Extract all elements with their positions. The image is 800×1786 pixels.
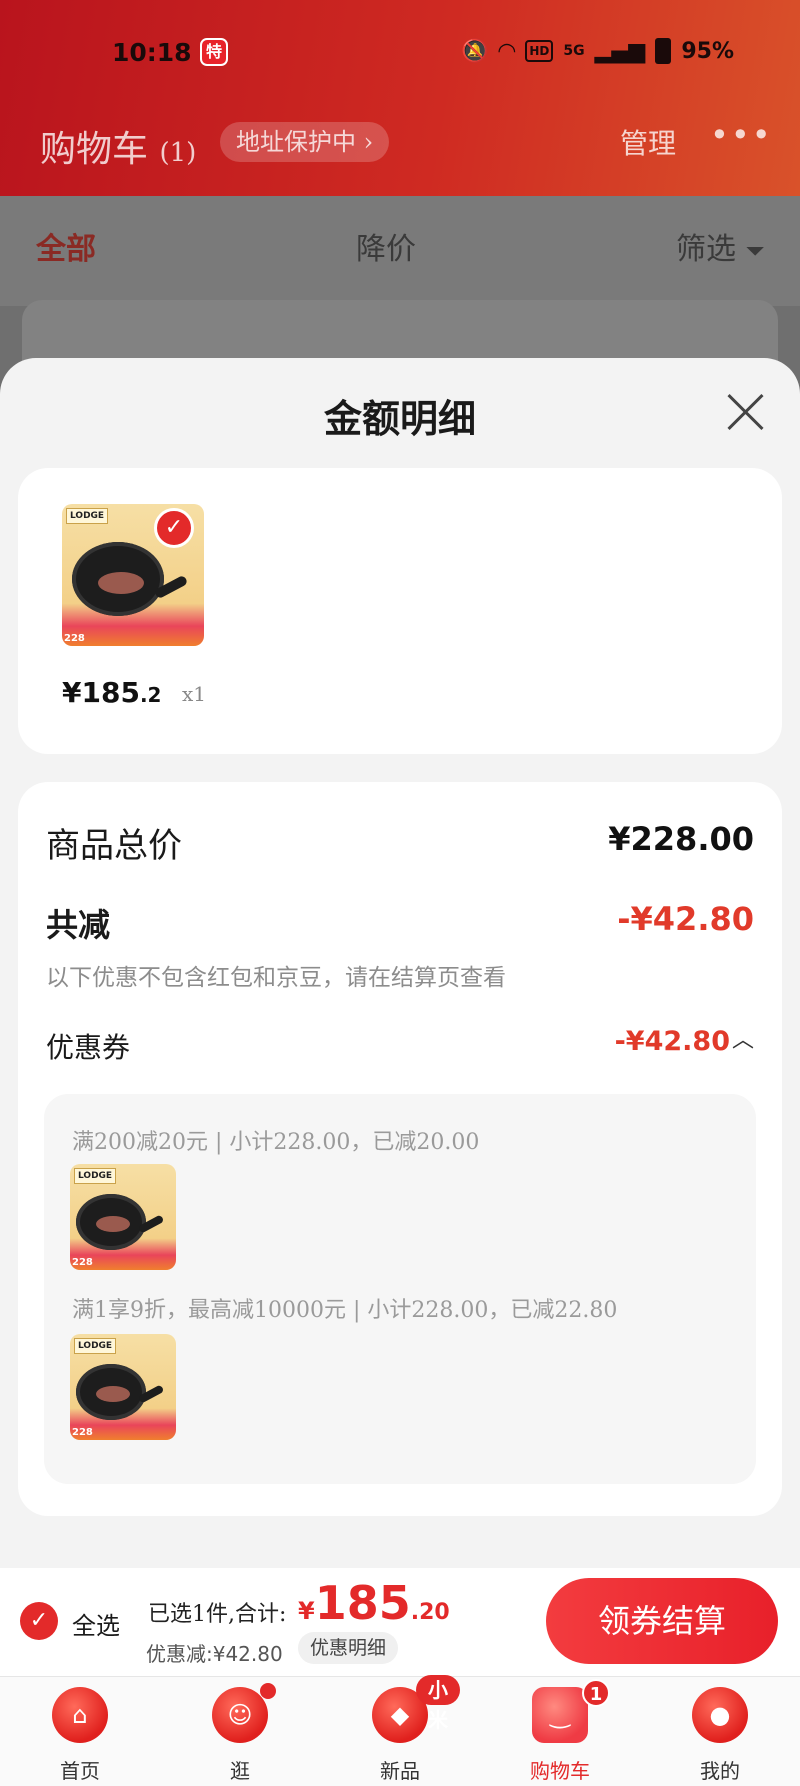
- nav-item-profile[interactable]: ● 我的: [660, 1683, 780, 1783]
- thumb-price: 228: [72, 1427, 93, 1438]
- discount-amount: 优惠减:¥42.80: [146, 1642, 283, 1666]
- nav-badge: 小米: [416, 1675, 460, 1732]
- wifi-icon: ◠: [498, 38, 516, 64]
- price-dec: .20: [410, 1600, 450, 1625]
- coupon-line: 满200减20元 | 小计228.00，已减20.00: [72, 1130, 480, 1155]
- bottom-nav: ⌂ 首页 ☺ 逛 ◆ 小米 新品 ‿ 1 购物车 ● 我的: [0, 1675, 800, 1786]
- app-notification-icon: 特: [200, 38, 228, 66]
- page-title: 购物车 (1): [40, 120, 196, 172]
- home-icon: ⌂: [52, 1687, 108, 1743]
- tab-filter[interactable]: 筛选 ⏷: [676, 224, 765, 268]
- price-summary-card: 商品总价 ¥228.00 共减 -¥42.80 以下优惠不包含红包和京豆，请在结…: [18, 782, 782, 1516]
- chevron-up-icon[interactable]: ︿: [732, 1022, 754, 1054]
- coupon-label[interactable]: 优惠券: [46, 1026, 130, 1066]
- filter-label: 筛选: [676, 232, 736, 267]
- amount-detail-sheet: 金额明细 LODGE 228 ✓ ¥185.2 x1 商品总价 ¥228.00 …: [0, 358, 800, 1568]
- nav-item-new[interactable]: ◆ 小米 新品: [340, 1675, 460, 1783]
- status-time: 10:18: [112, 38, 192, 67]
- profile-icon: ●: [692, 1687, 748, 1743]
- tab-all[interactable]: 全部: [36, 224, 96, 268]
- nav-item-home[interactable]: ⌂ 首页: [20, 1683, 140, 1783]
- discount-note: 以下优惠不包含红包和京豆，请在结算页查看: [46, 965, 506, 991]
- browse-icon: ☺: [212, 1687, 268, 1743]
- reduce-value: -¥42.80: [617, 900, 754, 938]
- discount-detail-link[interactable]: 优惠明细: [298, 1632, 399, 1664]
- more-icon[interactable]: •••: [710, 116, 773, 154]
- manage-button[interactable]: 管理: [620, 122, 676, 162]
- tab-price-drop[interactable]: 降价: [356, 224, 416, 268]
- coupon-product-thumbnail: LODGE 228: [70, 1164, 176, 1270]
- cart-count-badge: 1: [582, 1679, 610, 1707]
- product-card: LODGE 228 ✓ ¥185.2 x1: [18, 468, 782, 754]
- thumb-price: 228: [64, 633, 85, 644]
- nav-label: 新品: [380, 1759, 420, 1783]
- selected-check-icon: ✓: [154, 508, 194, 548]
- total-value: ¥228.00: [608, 820, 754, 858]
- coupon-detail-box: 满200减20元 | 小计228.00，已减20.00 LODGE 228 满1…: [44, 1094, 756, 1484]
- total-price: ¥185.20: [298, 1576, 450, 1630]
- item-quantity: x1: [182, 682, 207, 706]
- hd-icon: HD: [525, 40, 554, 62]
- notification-dot: [260, 1683, 276, 1699]
- coupon-value[interactable]: -¥42.80: [615, 1026, 730, 1057]
- total-label: 商品总价: [46, 826, 182, 866]
- battery-level: 95%: [681, 38, 734, 64]
- nav-label: 逛: [230, 1759, 250, 1783]
- item-price-dec: .2: [139, 683, 162, 707]
- nav-item-cart[interactable]: ‿ 1 购物车: [500, 1679, 620, 1783]
- signal-icon: ▂▄▆: [594, 38, 646, 64]
- filter-icon: ⏷: [745, 237, 765, 265]
- coupon-product-thumbnail: LODGE 228: [70, 1334, 176, 1440]
- address-protection-pill[interactable]: 地址保护中 ›: [220, 122, 390, 162]
- selected-summary: 已选1件,合计:: [148, 1602, 287, 1627]
- select-all-label[interactable]: 全选: [72, 1606, 120, 1641]
- mute-icon: 🔕: [460, 38, 489, 64]
- cart-icon: ‿: [532, 1687, 588, 1743]
- steak-image: [98, 572, 144, 594]
- select-all-checkbox[interactable]: ✓: [20, 1602, 58, 1640]
- sheet-title: 金额明细: [323, 396, 476, 441]
- cart-tabs: 全部 降价 筛选 ⏷: [0, 196, 800, 306]
- cart-header: 10:18 特 🔕 ◠ HD 5G ▂▄▆ 95% 购物车 (1) 地址保护中 …: [0, 0, 800, 196]
- brand-logo: LODGE: [74, 1168, 117, 1184]
- checkout-bar: ✓ 全选 已选1件,合计: ¥185.20 优惠减:¥42.80 优惠明细 领券…: [0, 1568, 800, 1676]
- status-bar: 10:18 特 🔕 ◠ HD 5G ▂▄▆ 95%: [0, 36, 800, 72]
- cart-title-row: 购物车 (1) 地址保护中 › 管理 •••: [40, 116, 773, 170]
- cart-count: (1): [159, 138, 197, 168]
- checkout-button[interactable]: 领券结算: [546, 1578, 778, 1664]
- nav-item-browse[interactable]: ☺ 逛: [180, 1683, 300, 1783]
- brand-logo: LODGE: [74, 1338, 117, 1354]
- status-indicators: 🔕 ◠ HD 5G ▂▄▆ 95%: [461, 38, 734, 64]
- price-int: 185: [314, 1576, 411, 1630]
- page-title-text: 购物车: [40, 129, 149, 170]
- close-icon[interactable]: [724, 390, 768, 434]
- steak-image: [96, 1386, 130, 1402]
- network-label: 5G: [563, 43, 585, 59]
- nav-label: 购物车: [530, 1759, 590, 1783]
- nav-label: 首页: [60, 1759, 100, 1783]
- price-symbol: ¥: [298, 1597, 315, 1625]
- item-price-int: ¥185: [62, 676, 140, 709]
- reduce-label: 共减: [46, 906, 111, 944]
- brand-logo: LODGE: [66, 508, 109, 524]
- thumb-price: 228: [72, 1257, 93, 1268]
- battery-icon: [655, 38, 672, 64]
- steak-image: [96, 1216, 130, 1232]
- item-price: ¥185.2: [62, 676, 161, 709]
- coupon-line: 满1享9折，最高减10000元 | 小计228.00，已减22.80: [72, 1298, 618, 1323]
- nav-label: 我的: [700, 1759, 740, 1783]
